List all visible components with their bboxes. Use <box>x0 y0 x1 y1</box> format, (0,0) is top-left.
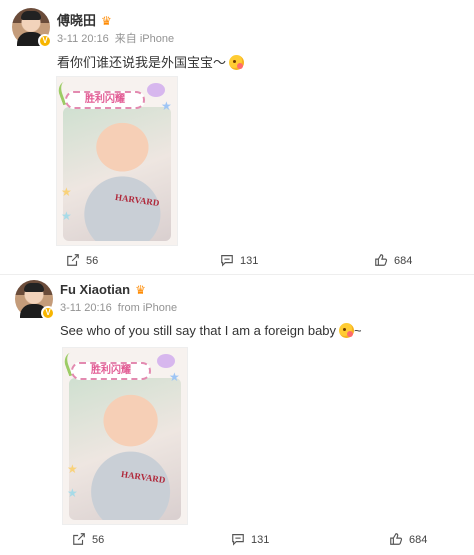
post-image[interactable]: 胜利闪耀 HARVARD ★ ★ ★ <box>62 347 188 525</box>
post-time[interactable]: 3-11 20:16 <box>60 302 112 314</box>
post-text-suffix: ~ <box>354 323 362 338</box>
comment-icon <box>232 534 244 546</box>
like-count: 684 <box>394 255 413 267</box>
weibo-post-2: V Fu Xiaotian ♛ 3-11 20:16 from iPhone See… <box>0 275 474 555</box>
post-text: See who of you still say that I am a for… <box>60 323 362 338</box>
crown-icon: ♛ <box>135 283 146 297</box>
like-button[interactable]: 684 <box>374 249 412 273</box>
emoji-icon <box>229 55 245 70</box>
repost-button[interactable]: 56 <box>66 249 98 273</box>
crown-icon: ♛ <box>101 14 112 28</box>
avatar-hat <box>21 11 41 20</box>
repost-count: 56 <box>86 255 99 267</box>
repost-icon <box>73 533 85 545</box>
post-actions: 56 131 684 <box>0 528 474 552</box>
post-source: from iPhone <box>117 302 178 314</box>
verified-badge-icon: V <box>41 306 55 320</box>
like-icon <box>390 533 403 545</box>
star-icon: ★ <box>169 370 180 384</box>
like-count: 684 <box>409 534 428 546</box>
comment-button[interactable]: 131 <box>220 249 258 273</box>
repost-button[interactable]: 56 <box>72 528 104 552</box>
emoji-icon <box>339 323 355 338</box>
author-name[interactable]: 傅晓田 ♛ <box>57 10 112 29</box>
star-icon: ★ <box>67 462 78 476</box>
photo-banner: 胜利闪耀 <box>71 362 151 380</box>
star-icon: ★ <box>61 209 72 223</box>
post-actions: 56 131 684 <box>0 249 474 273</box>
baby-photo <box>69 378 181 520</box>
moon-decoration <box>147 83 165 97</box>
post-text-content: 看你们谁还说我是外国宝宝～ <box>57 55 227 70</box>
repost-icon <box>67 254 79 266</box>
comment-button[interactable]: 131 <box>231 528 269 552</box>
star-icon: ★ <box>61 185 72 199</box>
weibo-post-1: V 傅晓田 ♛ 3-11 20:16 来自 iPhone 看你们谁还说我是外国宝宝～… <box>0 0 474 280</box>
star-icon: ★ <box>161 99 172 113</box>
baby-photo <box>63 107 171 241</box>
repost-count: 56 <box>92 534 105 546</box>
post-text: 看你们谁还说我是外国宝宝～ <box>57 52 245 71</box>
comment-count: 131 <box>251 534 270 546</box>
comment-count: 131 <box>240 255 259 267</box>
verified-badge-icon: V <box>38 34 52 48</box>
like-icon <box>375 254 388 266</box>
post-image[interactable]: 胜利闪耀 HARVARD ★ ★ ★ <box>56 76 178 246</box>
avatar-hat <box>24 283 44 292</box>
post-text-content: See who of you still say that I am a for… <box>60 323 337 338</box>
post-meta: 3-11 20:16 from iPhone <box>60 302 183 314</box>
author-name[interactable]: Fu Xiaotian ♛ <box>60 282 146 297</box>
author-name-text[interactable]: 傅晓田 <box>57 13 96 28</box>
post-source: 来自 iPhone <box>114 33 175 45</box>
post-meta: 3-11 20:16 来自 iPhone <box>57 30 180 46</box>
avatar[interactable]: V <box>12 8 52 48</box>
moon-decoration <box>157 354 175 368</box>
post-time[interactable]: 3-11 20:16 <box>57 33 109 45</box>
star-icon: ★ <box>67 486 78 500</box>
comment-icon <box>221 255 233 267</box>
author-name-text[interactable]: Fu Xiaotian <box>60 282 130 297</box>
like-button[interactable]: 684 <box>389 528 427 552</box>
avatar[interactable]: V <box>15 280 55 320</box>
photo-banner: 胜利闪耀 <box>65 91 145 109</box>
